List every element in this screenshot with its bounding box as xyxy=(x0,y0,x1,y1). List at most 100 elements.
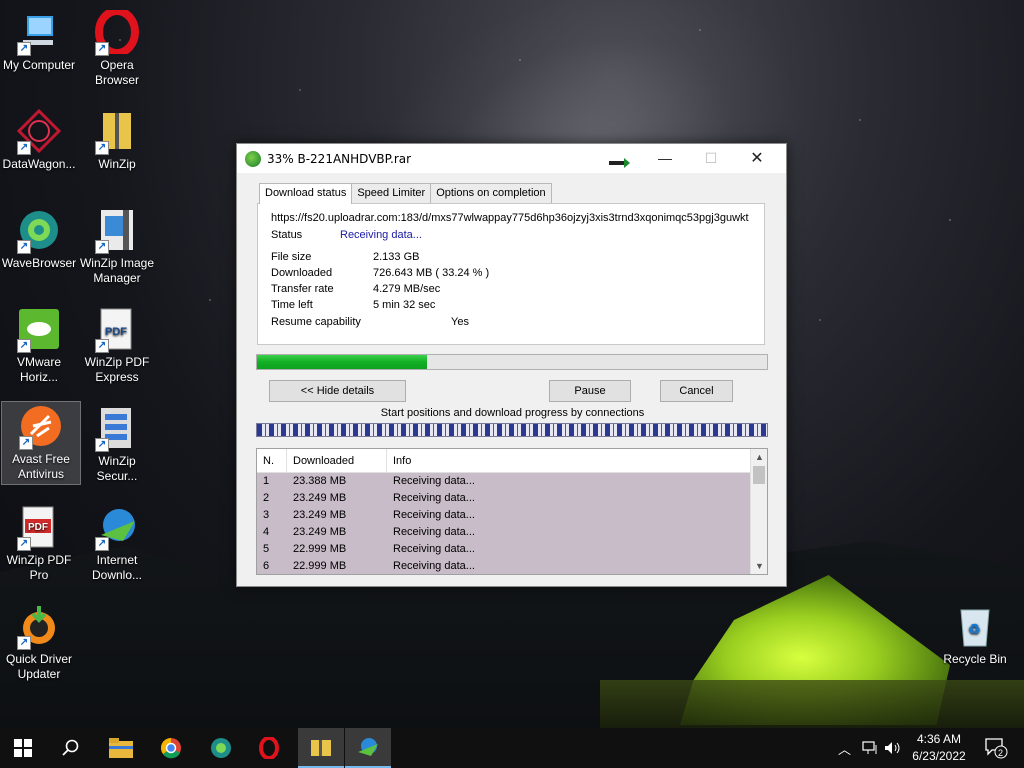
network-icon[interactable] xyxy=(862,728,880,768)
system-clock[interactable]: 4:36 AM 6/23/2022 xyxy=(900,731,978,765)
desktop-icon-idm[interactable]: ↗ Internet Downlo... xyxy=(78,503,156,583)
desktop-icon-winzip-pdf-pro[interactable]: PDF ↗ WinZip PDF Pro xyxy=(0,503,78,583)
scroll-thumb[interactable] xyxy=(753,466,765,484)
taskbar-chrome[interactable] xyxy=(148,728,194,768)
pdf-icon: PDF ↗ xyxy=(93,305,141,353)
desktop-icon-winzip-secure[interactable]: ↗ WinZip Secur... xyxy=(78,404,156,484)
column-header-info[interactable]: Info xyxy=(387,449,750,472)
tab-speed-limiter[interactable]: Speed Limiter xyxy=(351,183,432,203)
downloaded-label: Downloaded xyxy=(271,267,333,279)
column-header-n[interactable]: N. xyxy=(257,449,287,472)
download-progress-fill xyxy=(257,355,427,369)
start-button[interactable] xyxy=(0,728,46,768)
scroll-up-icon[interactable]: ▲ xyxy=(751,449,767,465)
desktop-icon-avast[interactable]: ↗ Avast Free Antivirus xyxy=(1,401,81,485)
cell-n: 5 xyxy=(263,543,270,555)
desktop-icon-label: WinZip xyxy=(98,157,136,171)
taskbar-winzip[interactable] xyxy=(298,728,344,768)
file-size-value: 2.133 GB xyxy=(373,251,420,263)
cell-n: 1 xyxy=(263,475,270,487)
notification-center-button[interactable]: 2 xyxy=(984,728,1008,768)
downloaded-row: Downloaded 726.643 MB ( 33.24 % ) xyxy=(271,267,489,279)
desktop-icon-wavebrowser[interactable]: ↗ WaveBrowser xyxy=(0,206,78,271)
desktop-icon-label: My Computer xyxy=(2,58,76,72)
cell-info: Receiving data... xyxy=(393,509,475,521)
desktop-icon-winzip-pdf-express[interactable]: PDF ↗ WinZip PDF Express xyxy=(78,305,156,385)
cell-downloaded: 22.999 MB xyxy=(293,560,347,572)
show-hidden-icons[interactable]: ︿ xyxy=(838,728,851,768)
maximize-button[interactable]: ☐ xyxy=(688,144,734,173)
table-row[interactable]: 5 22.999 MB Receiving data... xyxy=(257,541,750,558)
desktop-icon-opera[interactable]: ↗ Opera Browser xyxy=(78,8,156,88)
cell-downloaded: 23.249 MB xyxy=(293,526,347,538)
resume-capability-label: Resume capability xyxy=(271,316,361,328)
desktop-icon-winzip-image-manager[interactable]: ↗ WinZip Image Manager xyxy=(78,206,156,286)
table-row[interactable]: 2 23.249 MB Receiving data... xyxy=(257,490,750,507)
cell-n: 3 xyxy=(263,509,270,521)
status-value: Receiving data... xyxy=(340,229,422,241)
cell-n: 4 xyxy=(263,526,270,538)
taskbar-search-button[interactable] xyxy=(48,728,94,768)
windows-icon xyxy=(14,739,32,757)
chrome-icon xyxy=(161,738,181,759)
connections-caption: Start positions and download progress by… xyxy=(380,407,645,419)
desktop-icon-label: Internet Downlo... xyxy=(91,553,143,582)
clock-date: 6/23/2022 xyxy=(912,749,966,763)
download-window: 33% B-221ANHDVBP.rar — ☐ ✕ Download stat… xyxy=(236,143,787,587)
tab-options-on-completion[interactable]: Options on completion xyxy=(430,183,552,203)
cell-n: 6 xyxy=(263,560,270,572)
close-button[interactable]: ✕ xyxy=(734,144,780,173)
winzip-icon xyxy=(311,740,331,756)
pause-button[interactable]: Pause xyxy=(549,380,631,402)
cancel-button[interactable]: Cancel xyxy=(660,380,733,402)
svg-text:♻: ♻ xyxy=(968,621,981,637)
desktop-icon-quick-driver-updater[interactable]: ↗ Quick Driver Updater xyxy=(0,602,78,682)
desktop-icon-label: WinZip Secur... xyxy=(96,454,138,483)
taskbar-file-explorer[interactable] xyxy=(98,728,144,768)
time-left-label: Time left xyxy=(271,299,313,311)
desktop-icon-vmware[interactable]: ↗ VMware Horiz... xyxy=(0,305,78,385)
winzip-image-icon: ↗ xyxy=(93,206,141,254)
svg-text:PDF: PDF xyxy=(28,522,48,533)
resume-capability-row: Resume capability Yes xyxy=(271,316,469,328)
time-left-value: 5 min 32 sec xyxy=(373,299,436,311)
notification-count: 2 xyxy=(998,748,1003,758)
computer-icon: ↗ xyxy=(15,8,63,56)
svg-text:PDF: PDF xyxy=(105,326,127,338)
desktop-icon-winzip[interactable]: ↗ WinZip xyxy=(78,107,156,172)
vmware-icon: ↗ xyxy=(15,305,63,353)
idm-icon xyxy=(358,738,378,756)
desktop-icon-label: WinZip PDF Pro xyxy=(6,553,72,582)
table-row[interactable]: 6 22.999 MB Receiving data... xyxy=(257,558,750,574)
table-scrollbar[interactable]: ▲ ▼ xyxy=(750,449,767,574)
wallpaper-grass xyxy=(600,680,1024,728)
notification-icon: 2 xyxy=(985,738,1008,759)
download-status-panel: https://fs20.uploadrar.com:183/d/mxs77wl… xyxy=(257,203,765,345)
tab-download-status[interactable]: Download status xyxy=(259,183,353,204)
table-row[interactable]: 3 23.249 MB Receiving data... xyxy=(257,507,750,524)
pdf-pro-icon: PDF ↗ xyxy=(15,503,63,551)
taskbar-opera[interactable] xyxy=(246,728,292,768)
download-progress-bar xyxy=(256,354,768,370)
column-header-downloaded[interactable]: Downloaded xyxy=(287,449,387,472)
hide-details-button[interactable]: << Hide details xyxy=(269,380,406,402)
desktop-icon-datawagon[interactable]: ↗ DataWagon... xyxy=(0,107,78,172)
desktop-icon-recycle-bin[interactable]: ♻ Recycle Bin xyxy=(936,602,1014,667)
table-row[interactable]: 4 23.249 MB Receiving data... xyxy=(257,524,750,541)
winzip-icon: ↗ xyxy=(93,107,141,155)
desktop-icon-label: Quick Driver Updater xyxy=(5,652,72,681)
cell-downloaded: 23.249 MB xyxy=(293,509,347,521)
taskbar-wavebrowser[interactable] xyxy=(198,728,244,768)
scroll-down-icon[interactable]: ▼ xyxy=(751,558,767,574)
desktop-icon-my-computer[interactable]: ↗ My Computer xyxy=(0,8,78,73)
minimize-button[interactable]: — xyxy=(642,144,688,173)
idm-icon xyxy=(245,150,261,167)
folder-icon xyxy=(109,738,133,758)
table-row[interactable]: 1 23.388 MB Receiving data... xyxy=(257,473,750,490)
taskbar-idm[interactable] xyxy=(345,728,391,768)
window-titlebar[interactable]: 33% B-221ANHDVBP.rar — ☐ ✕ xyxy=(237,144,786,173)
cell-info: Receiving data... xyxy=(393,492,475,504)
idm-icon: ↗ xyxy=(93,503,141,551)
desktop-icon-label: WinZip PDF Express xyxy=(84,355,150,384)
cell-info: Receiving data... xyxy=(393,526,475,538)
